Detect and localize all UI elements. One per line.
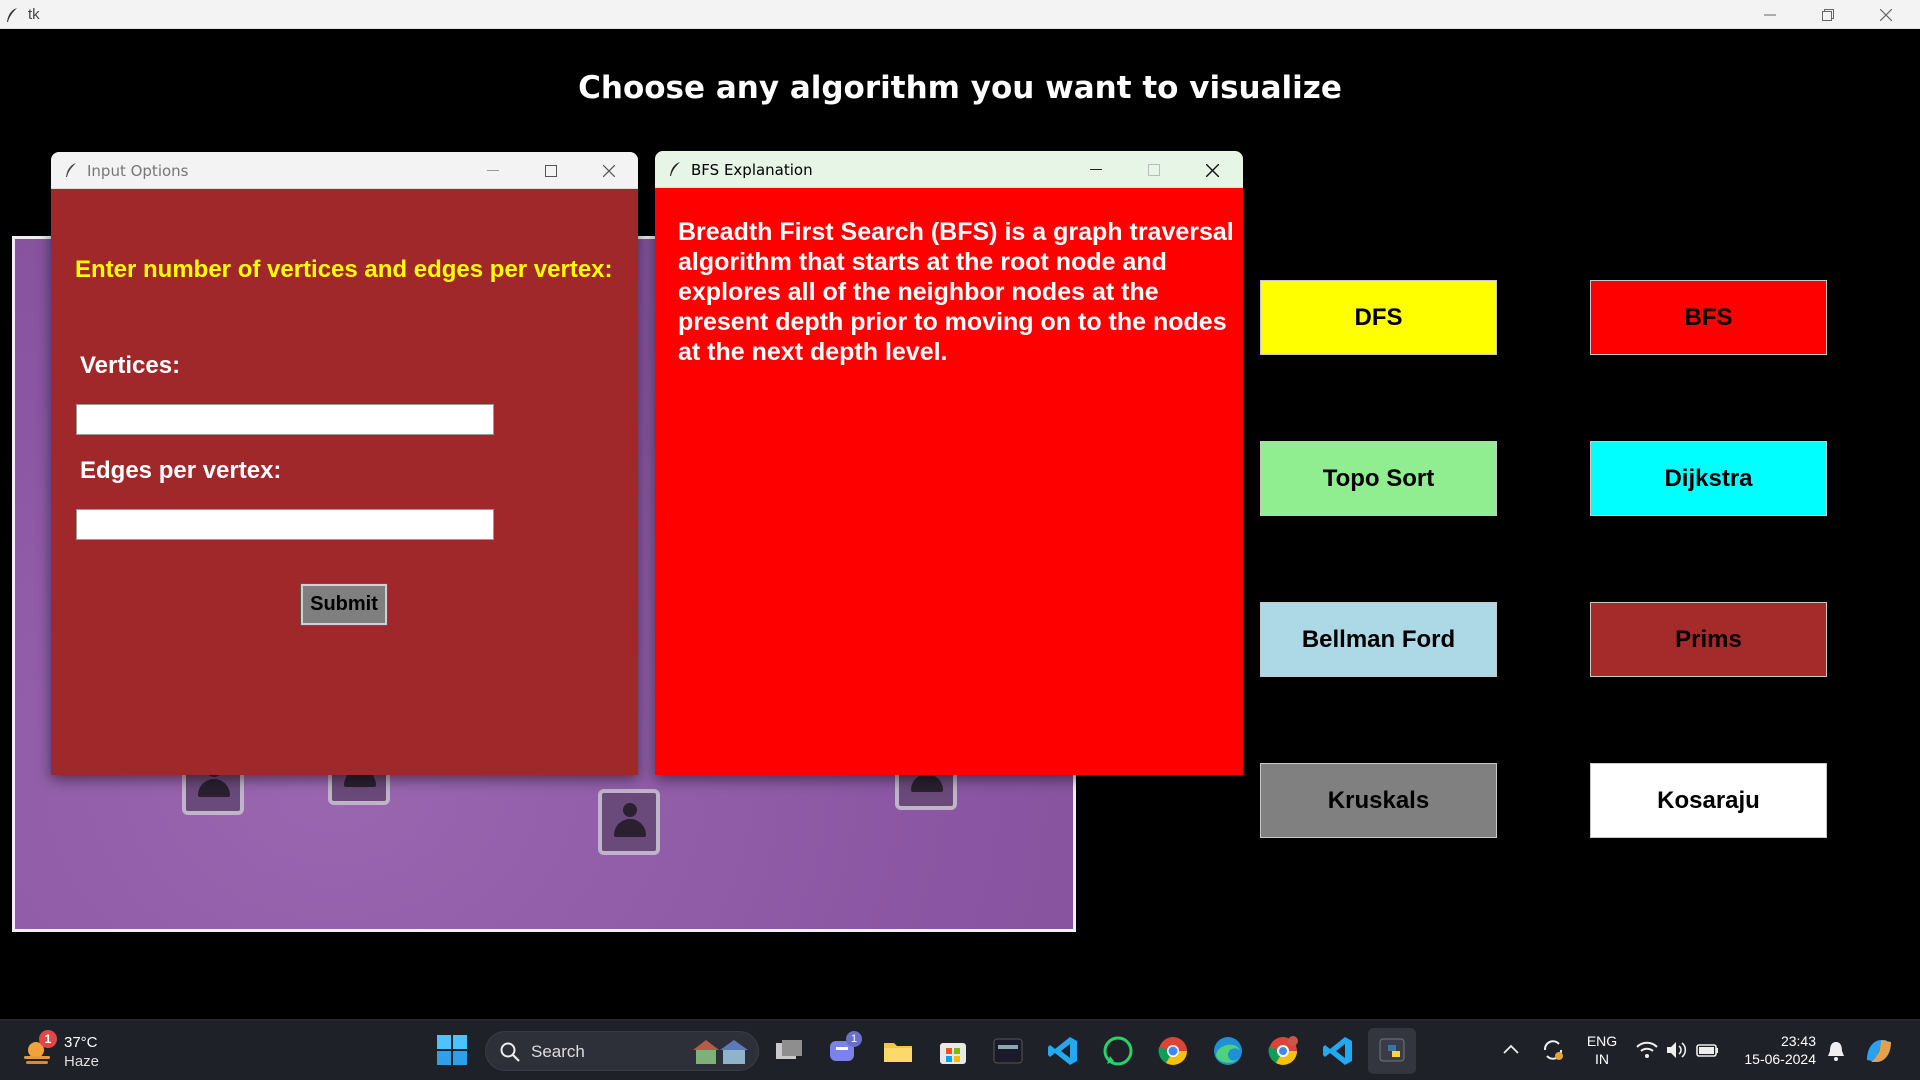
start-button[interactable] [437, 1035, 467, 1065]
algorithm-button-kosaraju[interactable]: Kosaraju [1590, 763, 1827, 838]
close-icon [1205, 163, 1219, 177]
algorithm-button-topo-sort[interactable]: Topo Sort [1260, 441, 1497, 516]
algorithm-button-bellman-ford[interactable]: Bellman Ford [1260, 602, 1497, 677]
minimize-icon [1090, 169, 1102, 170]
page-heading: Choose any algorithm you want to visuali… [578, 70, 1342, 106]
system-clock[interactable]: 23:43 15-06-2024 [1736, 1032, 1816, 1068]
bfs-window-titlebar[interactable]: BFS Explanation [655, 151, 1243, 188]
minimize-button[interactable] [1741, 0, 1799, 29]
restore-icon [1822, 8, 1834, 21]
bfs-explanation-window[interactable]: BFS Explanation Breadth First Search (BF… [655, 151, 1243, 775]
volume-icon[interactable] [1665, 1040, 1687, 1060]
chrome-icon[interactable] [1157, 1035, 1189, 1067]
edges-per-vertex-label: Edges per vertex: [80, 457, 282, 484]
task-view-icon[interactable] [773, 1035, 805, 1067]
python-tk-icon [1379, 1038, 1405, 1062]
weather-badge: 1 [39, 1030, 57, 1048]
input-maximize-button[interactable] [522, 156, 580, 186]
algorithm-button-bfs[interactable]: BFS [1590, 280, 1827, 355]
bfs-close-button[interactable] [1183, 155, 1241, 185]
maximize-icon [1148, 164, 1160, 176]
whatsapp-icon[interactable] [1102, 1035, 1134, 1067]
bfs-explanation-text: Breadth First Search (BFS) is a graph tr… [678, 218, 1234, 366]
algorithm-button-dijkstra[interactable]: Dijkstra [1590, 441, 1827, 516]
microsoft-store-icon[interactable] [937, 1035, 969, 1067]
taskbar: 1 37°C Haze Search 1 ENG IN 23:43 15-06-… [0, 1019, 1920, 1080]
search-highlight-icon [693, 1040, 748, 1064]
input-close-button[interactable] [580, 156, 638, 186]
input-window-title: Input Options [87, 162, 189, 180]
weather-widget[interactable]: 1 37°C Haze [22, 1030, 102, 1072]
tk-feather-icon [670, 162, 680, 176]
person-tile-icon [598, 789, 660, 855]
vscode-icon[interactable] [1047, 1035, 1079, 1067]
edges-per-vertex-input[interactable] [76, 509, 494, 540]
close-icon [603, 165, 615, 177]
close-icon [1880, 8, 1892, 21]
main-window-title: tk [28, 6, 40, 23]
chrome-profile-icon[interactable] [1267, 1035, 1299, 1067]
search-label: Search [531, 1042, 585, 1061]
wifi-icon[interactable] [1636, 1040, 1658, 1060]
file-explorer-icon[interactable] [882, 1035, 914, 1067]
bfs-minimize-button[interactable] [1067, 155, 1125, 185]
teams-badge: 1 [846, 1031, 862, 1047]
input-minimize-button[interactable] [464, 156, 522, 186]
bfs-window-title: BFS Explanation [691, 161, 813, 179]
weather-description: Haze [64, 1053, 100, 1070]
maximize-icon [545, 165, 557, 177]
input-window-titlebar[interactable]: Input Options [51, 152, 638, 189]
sync-icon[interactable] [1541, 1038, 1565, 1062]
python-tk-app-button[interactable] [1368, 1028, 1416, 1074]
minimize-icon [487, 170, 499, 171]
chevron-up-icon[interactable] [1503, 1044, 1519, 1054]
teams-chat-button[interactable]: 1 [828, 1031, 862, 1067]
submit-button[interactable]: Submit [300, 583, 388, 626]
search-icon [500, 1042, 520, 1062]
copilot-icon[interactable] [1863, 1036, 1895, 1066]
input-options-window[interactable]: Input Options Enter number of vertices a… [51, 152, 638, 775]
edge-icon[interactable] [1212, 1035, 1244, 1067]
battery-icon[interactable] [1696, 1040, 1720, 1060]
taskbar-search-box[interactable]: Search [485, 1031, 759, 1071]
language-indicator[interactable]: ENG IN [1582, 1032, 1622, 1068]
input-prompt: Enter number of vertices and edges per v… [75, 256, 613, 283]
tk-feather-icon [7, 8, 17, 22]
mysql-workbench-icon[interactable] [992, 1035, 1024, 1067]
notification-bell-icon[interactable] [1826, 1040, 1846, 1062]
algorithm-button-dfs[interactable]: DFS [1260, 280, 1497, 355]
tk-feather-icon [66, 163, 76, 177]
bfs-maximize-button[interactable] [1125, 155, 1183, 185]
vertices-input[interactable] [76, 404, 494, 435]
region-code: IN [1595, 1051, 1609, 1067]
vertices-label: Vertices: [80, 352, 181, 379]
algorithm-button-prims[interactable]: Prims [1590, 602, 1827, 677]
restore-button[interactable] [1799, 0, 1857, 29]
clock-time: 23:43 [1780, 1033, 1816, 1049]
algorithm-button-kruskals[interactable]: Kruskals [1260, 763, 1497, 838]
close-button[interactable] [1857, 0, 1915, 29]
main-window-titlebar[interactable]: tk [0, 0, 1920, 29]
language-code: ENG [1586, 1033, 1618, 1049]
windows-start-icon [437, 1035, 467, 1065]
vscode-icon[interactable] [1322, 1035, 1354, 1067]
minimize-icon [1764, 14, 1776, 15]
clock-date: 15-06-2024 [1744, 1051, 1816, 1067]
weather-temperature: 37°C [64, 1034, 98, 1051]
